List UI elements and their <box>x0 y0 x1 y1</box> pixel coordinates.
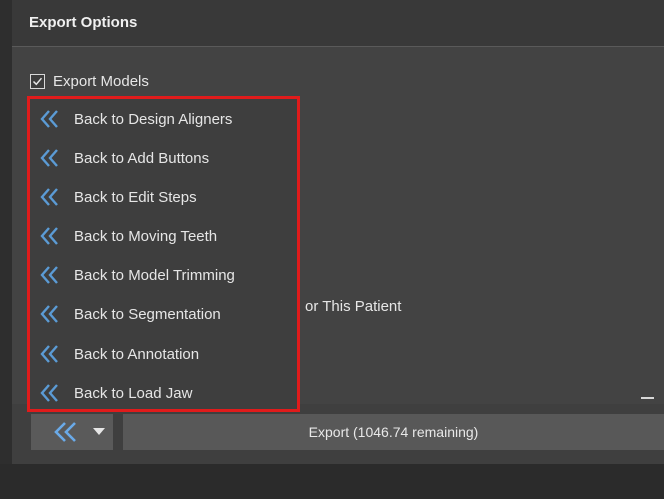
back-to-dropdown-menu: Back to Design Aligners Back to Add Butt… <box>27 96 300 412</box>
export-models-row[interactable]: Export Models <box>30 71 149 91</box>
double-chevron-left-icon <box>40 227 58 245</box>
menu-item-label: Back to Annotation <box>74 345 200 363</box>
menu-item-edit-steps[interactable]: Back to Edit Steps <box>39 182 294 212</box>
minimize-icon[interactable] <box>641 397 654 399</box>
double-chevron-left-icon <box>54 422 76 442</box>
bottom-strip <box>0 464 664 499</box>
double-chevron-left-icon <box>40 149 58 167</box>
double-chevron-left-icon <box>40 266 58 284</box>
chevron-down-icon[interactable] <box>93 428 105 436</box>
export-button[interactable]: Export (1046.74 remaining) <box>123 414 664 450</box>
menu-item-model-trimming[interactable]: Back to Model Trimming <box>39 260 294 290</box>
panel-title: Export Options <box>29 14 138 31</box>
menu-item-label: Back to Load Jaw <box>74 384 193 402</box>
menu-item-label: Back to Design Aligners <box>74 110 233 128</box>
menu-item-label: Back to Edit Steps <box>74 188 197 206</box>
back-split-button[interactable] <box>31 414 113 450</box>
export-models-checkbox[interactable] <box>30 73 45 89</box>
menu-item-label: Back to Moving Teeth <box>74 227 218 245</box>
double-chevron-left-icon <box>40 188 58 206</box>
menu-item-add-buttons[interactable]: Back to Add Buttons <box>39 143 294 173</box>
background-option-text: or This Patient <box>305 298 402 315</box>
menu-item-annotation[interactable]: Back to Annotation <box>39 339 294 369</box>
menu-item-load-jaw[interactable]: Back to Load Jaw <box>39 378 294 408</box>
menu-item-design-aligners[interactable]: Back to Design Aligners <box>39 104 294 134</box>
menu-item-moving-teeth[interactable]: Back to Moving Teeth <box>39 221 294 251</box>
window-left-edge <box>0 0 12 464</box>
export-models-label: Export Models <box>53 72 149 90</box>
menu-item-label: Back to Segmentation <box>74 305 221 323</box>
double-chevron-left-icon <box>40 305 58 323</box>
double-chevron-left-icon <box>40 384 58 402</box>
double-chevron-left-icon <box>40 110 58 128</box>
double-chevron-left-icon <box>40 345 58 363</box>
menu-item-label: Back to Model Trimming <box>74 266 235 284</box>
menu-item-label: Back to Add Buttons <box>74 149 210 167</box>
checkmark-icon <box>32 77 43 85</box>
panel-header: Export Options <box>12 0 664 47</box>
menu-item-segmentation[interactable]: Back to Segmentation <box>39 299 294 329</box>
export-button-label: Export (1046.74 remaining) <box>308 424 479 440</box>
